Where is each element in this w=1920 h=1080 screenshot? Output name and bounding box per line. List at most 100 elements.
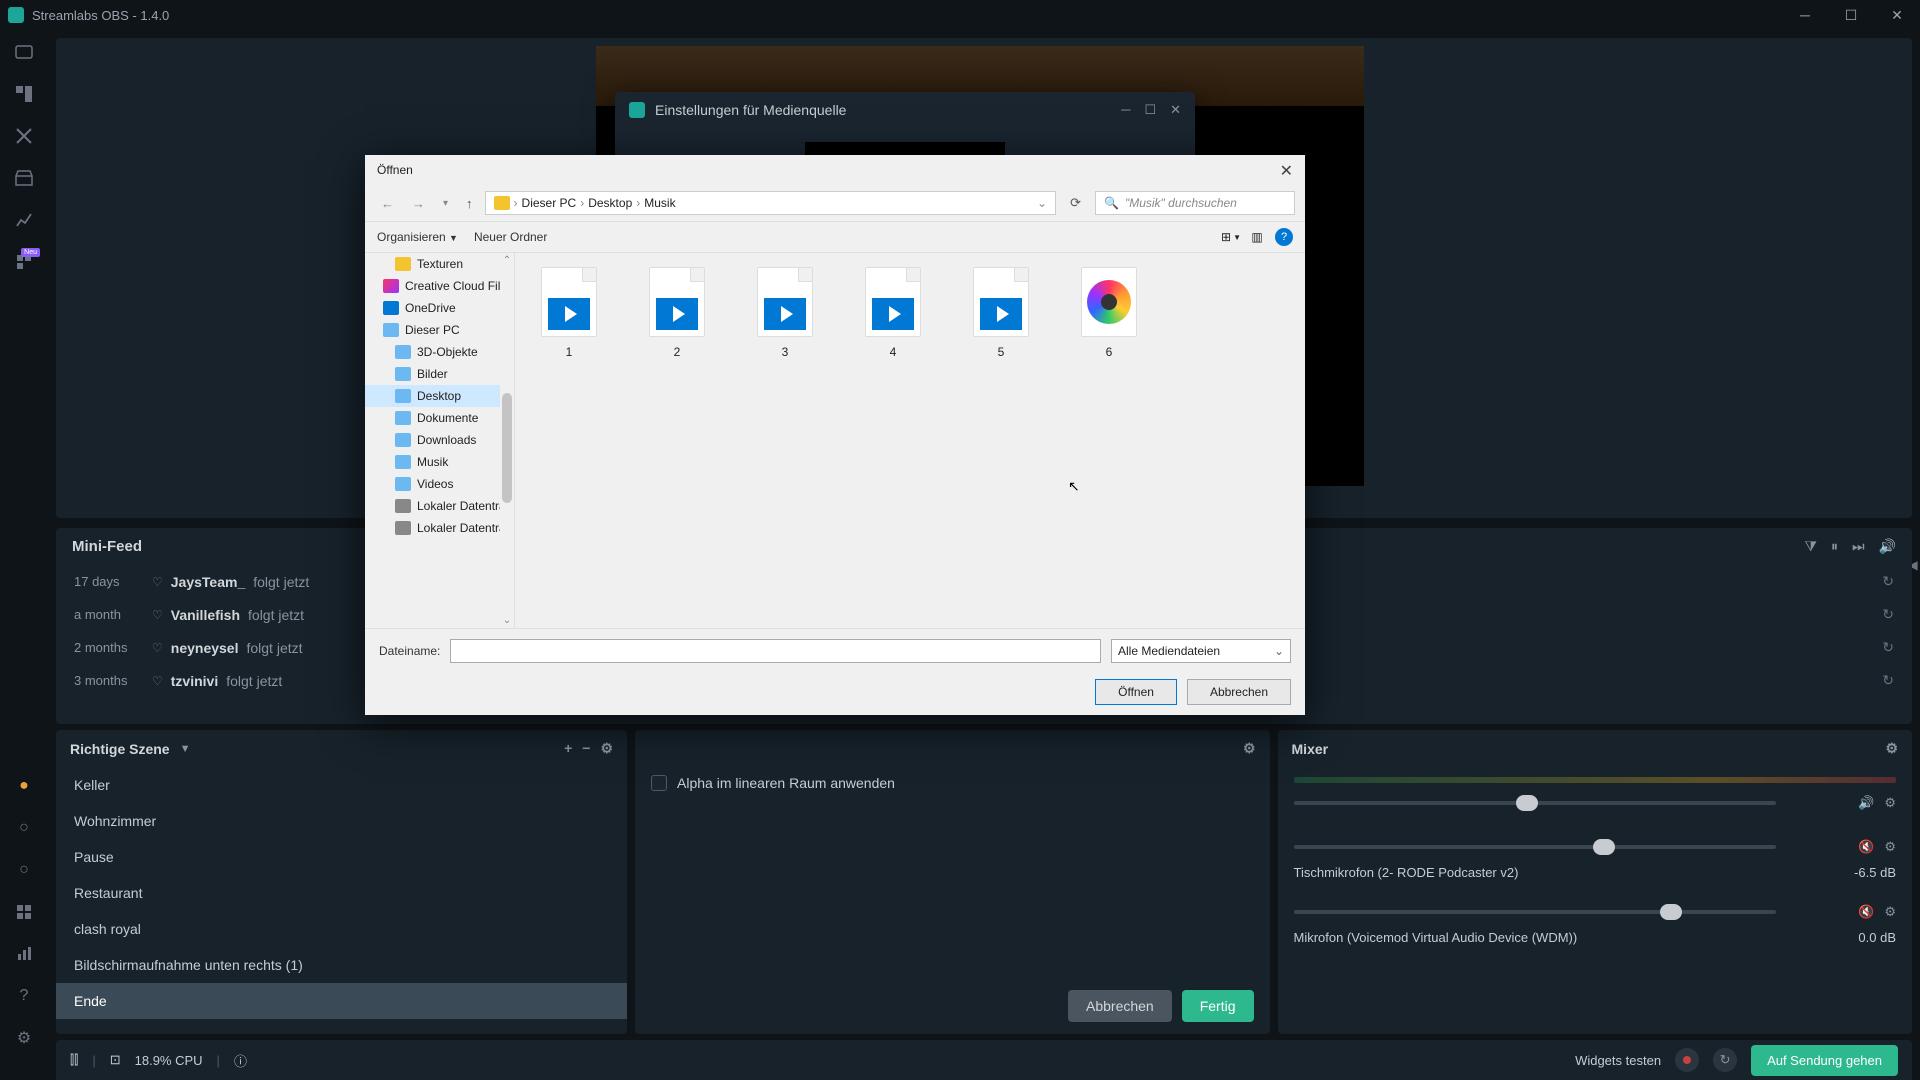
- nav-forward-icon[interactable]: →: [406, 192, 431, 215]
- view-mode-icon[interactable]: ⊞ ▼: [1223, 229, 1239, 245]
- scene-settings-icon[interactable]: ⚙: [600, 740, 613, 757]
- filetype-select[interactable]: Alle Mediendateien ⌄: [1111, 639, 1291, 663]
- volume-slider[interactable]: [1294, 801, 1777, 805]
- analytics-icon[interactable]: [14, 210, 34, 230]
- open-button[interactable]: Öffnen: [1095, 679, 1177, 705]
- maximize-button[interactable]: ☐: [1828, 0, 1874, 30]
- file-item[interactable]: 2: [637, 267, 717, 359]
- nav-recent-icon[interactable]: ▾: [437, 194, 454, 213]
- tree-item[interactable]: Bilder: [365, 363, 514, 385]
- tree-item[interactable]: OneDrive: [365, 297, 514, 319]
- replay-alert-icon[interactable]: ↻: [1882, 606, 1894, 623]
- tree-item[interactable]: Lokaler Datentra: [365, 517, 514, 539]
- scene-item[interactable]: Keller: [56, 767, 627, 803]
- breadcrumb[interactable]: › Dieser PC › Desktop › Musik ⌄: [485, 191, 1057, 215]
- nav-up-icon[interactable]: ↑: [460, 192, 479, 215]
- add-scene-icon[interactable]: +: [564, 740, 572, 757]
- file-item[interactable]: 5: [961, 267, 1041, 359]
- help-icon[interactable]: ?: [14, 986, 34, 1006]
- organize-button[interactable]: Organisieren ▼: [377, 230, 458, 244]
- minimize-button[interactable]: ─: [1782, 0, 1828, 30]
- mute-icon[interactable]: 🔇: [1858, 839, 1874, 855]
- widgets-test-button[interactable]: Widgets testen: [1575, 1053, 1661, 1068]
- breadcrumb-dropdown-icon[interactable]: ⌄: [1037, 196, 1047, 210]
- replay-alert-icon[interactable]: ↻: [1882, 573, 1894, 590]
- file-dialog-close-button[interactable]: ✕: [1280, 161, 1293, 181]
- tree-item[interactable]: 3D-Objekte: [365, 341, 514, 363]
- file-item[interactable]: 6: [1069, 267, 1149, 359]
- file-item[interactable]: 1: [529, 267, 609, 359]
- volume-slider[interactable]: [1294, 910, 1777, 914]
- replay-alert-icon[interactable]: ↻: [1882, 672, 1894, 689]
- breadcrumb-2[interactable]: Musik: [644, 196, 675, 210]
- cancel-button[interactable]: Abbrechen: [1068, 990, 1172, 1022]
- scene-item[interactable]: Wohnzimmer: [56, 803, 627, 839]
- mute-icon[interactable]: 🔇: [1858, 904, 1874, 920]
- replay-button[interactable]: ↻: [1713, 1048, 1737, 1072]
- tree-item[interactable]: Texturen: [365, 253, 514, 275]
- settings-close-button[interactable]: ✕: [1170, 102, 1181, 118]
- settings-icon[interactable]: ⚙: [14, 1028, 34, 1048]
- scene-item[interactable]: clash royal: [56, 911, 627, 947]
- editor-icon[interactable]: [14, 42, 34, 62]
- pause-icon[interactable]: ⏸: [1831, 538, 1838, 555]
- tree-item[interactable]: Desktop: [365, 385, 514, 407]
- scene-item[interactable]: Ende: [56, 983, 627, 1019]
- stats-icon[interactable]: ⫿⫿: [70, 1052, 78, 1068]
- search-input[interactable]: 🔍 "Musik" durchsuchen: [1095, 191, 1295, 215]
- tree-item[interactable]: Lokaler Datentra: [365, 495, 514, 517]
- filename-input[interactable]: [450, 639, 1101, 663]
- chevron-down-icon[interactable]: ▼: [180, 743, 191, 755]
- scene-item[interactable]: Restaurant: [56, 875, 627, 911]
- crossed-tools-icon[interactable]: [14, 126, 34, 146]
- file-list[interactable]: 1 2 3 4 5 6 ↖: [515, 253, 1305, 628]
- new-folder-button[interactable]: Neuer Ordner: [474, 230, 547, 244]
- alpha-checkbox[interactable]: [651, 775, 667, 791]
- status-dot-2-icon[interactable]: ○: [14, 818, 34, 838]
- skip-icon[interactable]: ⏭: [1852, 538, 1865, 555]
- filter-icon[interactable]: ⧩: [1804, 538, 1817, 555]
- speaker-icon[interactable]: 🔊: [1858, 795, 1874, 811]
- scene-item[interactable]: Bildschirmaufnahme unten rechts (1): [56, 947, 627, 983]
- tree-item[interactable]: Creative Cloud Fil: [365, 275, 514, 297]
- remove-scene-icon[interactable]: −: [582, 740, 590, 757]
- status-dot-3-icon[interactable]: ○: [14, 860, 34, 880]
- done-button[interactable]: Fertig: [1182, 990, 1254, 1022]
- nav-back-icon[interactable]: ←: [375, 192, 400, 215]
- preview-pane-icon[interactable]: ▥: [1249, 229, 1265, 245]
- refresh-icon[interactable]: ⟳: [1062, 191, 1089, 215]
- go-live-button[interactable]: Auf Sendung gehen: [1751, 1045, 1898, 1076]
- replay-alert-icon[interactable]: ↻: [1882, 639, 1894, 656]
- tree-item[interactable]: Videos: [365, 473, 514, 495]
- breadcrumb-0[interactable]: Dieser PC: [522, 196, 577, 210]
- tree-scrollbar[interactable]: ⌃ ⌄: [500, 253, 514, 628]
- mixer-settings-icon[interactable]: ⚙: [1885, 740, 1898, 757]
- bars-icon[interactable]: [14, 944, 34, 964]
- breadcrumb-1[interactable]: Desktop: [588, 196, 632, 210]
- tree-item[interactable]: Downloads: [365, 429, 514, 451]
- file-item[interactable]: 4: [853, 267, 933, 359]
- scene-item[interactable]: Pause: [56, 839, 627, 875]
- tree-item[interactable]: Dieser PC: [365, 319, 514, 341]
- cancel-file-button[interactable]: Abbrechen: [1187, 679, 1291, 705]
- track-settings-icon[interactable]: ⚙: [1884, 839, 1896, 855]
- volume-icon[interactable]: 🔊: [1879, 538, 1896, 555]
- grid-icon[interactable]: [14, 902, 34, 922]
- record-button[interactable]: [1675, 1048, 1699, 1072]
- volume-slider[interactable]: [1294, 845, 1777, 849]
- file-item[interactable]: 3: [745, 267, 825, 359]
- info-icon[interactable]: ⓘ: [234, 1051, 247, 1070]
- close-button[interactable]: ✕: [1874, 0, 1920, 30]
- tree-item[interactable]: Dokumente: [365, 407, 514, 429]
- settings-minimize-button[interactable]: ─: [1121, 102, 1130, 118]
- track-settings-icon[interactable]: ⚙: [1884, 795, 1896, 811]
- store-icon[interactable]: [14, 168, 34, 188]
- layout-icon[interactable]: [14, 84, 34, 104]
- tree-item[interactable]: Musik: [365, 451, 514, 473]
- track-settings-icon[interactable]: ⚙: [1884, 904, 1896, 920]
- source-settings-gear-icon[interactable]: ⚙: [1243, 740, 1256, 757]
- settings-maximize-button[interactable]: ☐: [1144, 102, 1156, 118]
- status-dot-1-icon[interactable]: ●: [14, 776, 34, 796]
- apps-icon[interactable]: Neu: [14, 252, 34, 272]
- help-dialog-icon[interactable]: ?: [1275, 228, 1293, 246]
